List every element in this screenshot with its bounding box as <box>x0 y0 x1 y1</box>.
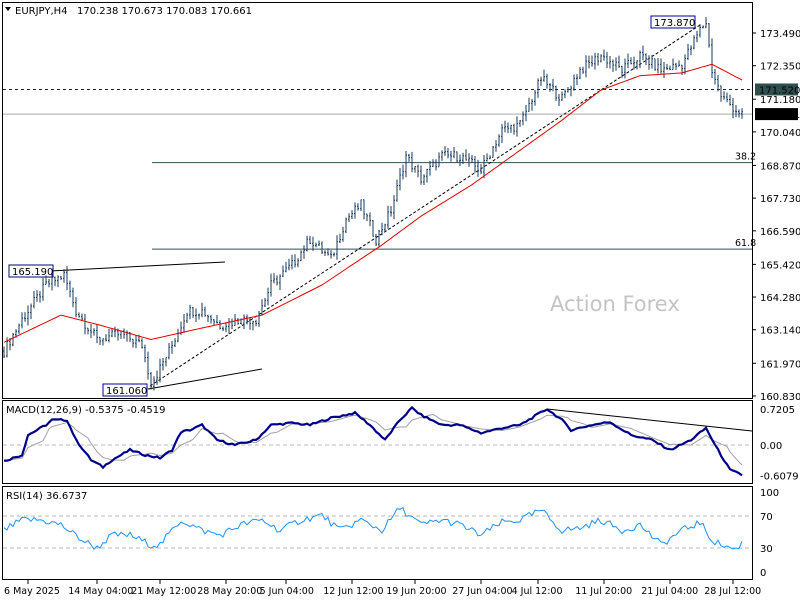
x-tick-label: 11 Jul 20:00 <box>575 586 632 597</box>
x-tick-label: 6 May 2025 <box>4 586 60 597</box>
x-tick-label: 27 Jun 04:00 <box>452 586 512 597</box>
x-tick-label: 21 Jul 04:00 <box>641 586 698 597</box>
rsi-title: RSI(14) 36.6737 <box>6 491 87 502</box>
x-tick-label: 28 May 20:00 <box>197 586 262 597</box>
x-tick-label: 19 Jun 20:00 <box>386 586 446 597</box>
fib-38-label: 38.2 <box>735 152 756 163</box>
y-tick-label: 166.590 <box>760 227 800 238</box>
x-tick-label: 12 Jun 12:00 <box>323 586 383 597</box>
y-tick-label: 170.040 <box>760 128 800 139</box>
x-tick-label: 28 Jul 12:00 <box>704 586 761 597</box>
last-price-label: 170.661 <box>759 110 800 121</box>
level-price-label: 171.520 <box>759 85 800 96</box>
macd-title: MACD(12,26,9) -0.5375 -0.4519 <box>6 405 166 416</box>
y-tick-label: 164.280 <box>760 293 800 304</box>
rsi-tick-label: 0 <box>760 568 766 579</box>
watermark: Action Forex <box>550 292 680 316</box>
x-tick-label: 14 May 04:00 <box>68 586 133 597</box>
macd-tick-label: -0.6079 <box>760 471 799 482</box>
ohlc-values: 170.238 170.673 170.083 170.661 <box>77 6 252 17</box>
symbol-label: EURJPY,H4 <box>15 6 68 17</box>
price-axis: 173.490 172.350 171.180 170.040 168.870 167.7… <box>752 29 800 403</box>
chart-canvas: Action Forex 38.2 61.8 173.870 165.190 161.0… <box>2 2 800 597</box>
swing-high-label: 165.190 <box>12 267 53 278</box>
y-tick-label: 172.350 <box>760 62 800 73</box>
rsi-tick-label: 30 <box>760 544 773 555</box>
rsi-tick-label: 100 <box>760 488 779 499</box>
y-tick-label: 165.420 <box>760 260 800 271</box>
macd-tick-label: 0.7205 <box>760 405 795 416</box>
high-label: 173.870 <box>654 18 695 29</box>
y-tick-label: 160.830 <box>760 392 800 403</box>
x-tick-label: 5 Jun 04:00 <box>260 586 314 597</box>
fib-61-label: 61.8 <box>735 238 756 249</box>
rsi-panel <box>2 486 753 580</box>
macd-tick-label: 0.00 <box>760 441 782 452</box>
y-tick-label: 168.870 <box>760 161 800 172</box>
y-tick-label: 161.970 <box>760 359 800 370</box>
x-tick-label: 4 Jul 12:00 <box>512 586 563 597</box>
swing-low-label: 161.060 <box>106 386 147 397</box>
x-tick-label: 21 May 12:00 <box>131 586 196 597</box>
rsi-tick-label: 70 <box>760 512 773 523</box>
y-tick-label: 167.730 <box>760 194 800 205</box>
time-axis: 6 May 2025 14 May 04:0021 May 12:00 28 May… <box>4 580 761 597</box>
y-tick-label: 171.180 <box>760 95 800 106</box>
y-tick-label: 173.490 <box>760 29 800 40</box>
y-tick-label: 163.140 <box>760 326 800 337</box>
